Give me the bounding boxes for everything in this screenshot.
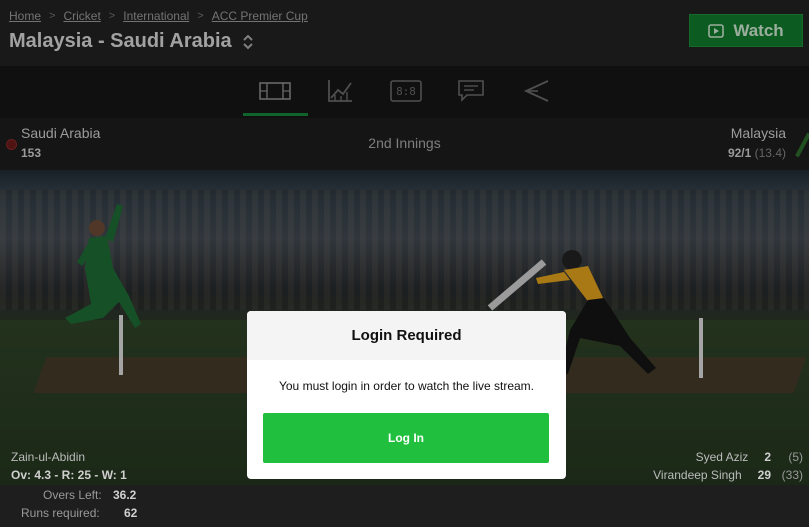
batsman-name: Syed Aziz (695, 450, 749, 464)
batsman-name: Virandeep Singh (653, 468, 742, 482)
bowler-stats: Ov: 4.3 - R: 25 - W: 1 (11, 468, 127, 482)
batsman-balls: (33) (781, 468, 803, 482)
batsman-row: Virandeep Singh 29 (33) (653, 468, 803, 482)
login-button[interactable]: Log In (263, 413, 549, 463)
batsman-runs: 2 (764, 450, 771, 464)
login-required-dialog: Login Required You must login in order t… (247, 311, 566, 479)
overs-left-value: 36.2 (113, 488, 137, 502)
runs-required-label: Runs required: (21, 506, 100, 520)
overs-left-label: Overs Left: (43, 488, 102, 502)
bowler-name: Zain-ul-Abidin (11, 450, 86, 464)
batsman-balls: (5) (788, 450, 803, 464)
batsman-row: Syed Aziz 2 (5) (695, 450, 803, 464)
dialog-message: You must login in order to watch the liv… (278, 379, 535, 393)
dialog-title: Login Required (247, 311, 566, 360)
runs-required-row: Runs required: 62 (21, 506, 137, 520)
batsman-runs: 29 (757, 468, 771, 482)
runs-required-value: 62 (124, 506, 138, 520)
overs-left-row: Overs Left: 36.2 (43, 488, 136, 502)
match-footer: Overs Left: 36.2 Runs required: 62 (0, 485, 809, 527)
